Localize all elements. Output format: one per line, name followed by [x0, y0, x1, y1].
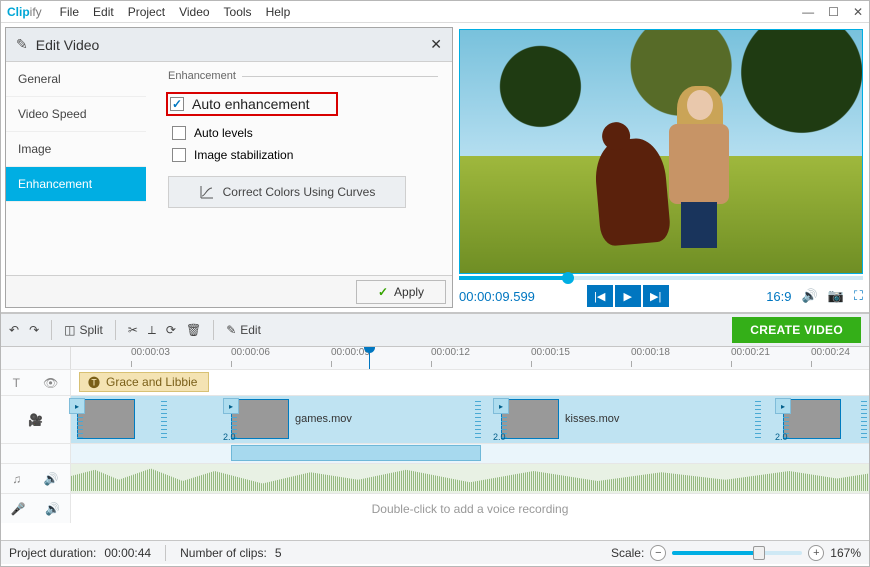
window-minimize-icon[interactable]: — — [802, 5, 814, 19]
split-button[interactable]: ◫ Split — [64, 323, 103, 337]
voice-mute-icon[interactable]: 🔊 — [45, 502, 60, 516]
app-brand: Clipify — [7, 4, 46, 19]
zoom-in-button[interactable]: + — [808, 545, 824, 561]
video-clip[interactable] — [77, 398, 167, 440]
tab-enhancement[interactable]: Enhancement — [6, 167, 146, 202]
auto-enhancement-highlight: Auto enhancement — [166, 92, 338, 116]
group-title: Enhancement — [168, 70, 242, 82]
clip-count-label: Number of clips: — [180, 546, 267, 560]
clip-count-value: 5 — [275, 546, 282, 560]
volume-icon[interactable]: 🔊 — [802, 288, 818, 304]
ruler-tick: 00:00:12 — [431, 347, 470, 358]
tab-general[interactable]: General — [6, 62, 146, 97]
create-video-button[interactable]: CREATE VIDEO — [732, 317, 861, 343]
apply-button[interactable]: ✓Apply — [356, 280, 446, 304]
music-mute-icon[interactable]: 🔊 — [44, 472, 59, 486]
cut-button[interactable]: ✂ — [128, 323, 138, 337]
transition-lane[interactable] — [71, 444, 869, 463]
curves-icon — [199, 184, 215, 200]
video-clip[interactable]: games.mov2.0 — [231, 398, 481, 440]
ruler-tick: 00:00:21 — [731, 347, 770, 358]
window-close-icon[interactable]: ✕ — [853, 5, 863, 19]
pencil-icon: ✎ — [16, 36, 28, 53]
next-frame-button[interactable]: ▶| — [643, 285, 669, 307]
time-ruler[interactable]: 00:00:0300:00:0600:00:0900:00:1200:00:15… — [71, 347, 869, 369]
menu-project[interactable]: Project — [128, 5, 165, 19]
auto-levels-checkbox[interactable] — [172, 126, 186, 140]
menu-file[interactable]: File — [60, 5, 79, 19]
ruler-tick: 00:00:18 — [631, 347, 670, 358]
zoom-out-button[interactable]: − — [650, 545, 666, 561]
edit-button[interactable]: ✎ Edit — [226, 323, 261, 337]
status-bar: Project duration: 00:00:44 Number of cli… — [1, 540, 869, 564]
menu-video[interactable]: Video — [179, 5, 209, 19]
rotate-button[interactable]: ⟳ — [166, 323, 176, 337]
playhead[interactable] — [369, 347, 370, 369]
title-clip[interactable]: 🅣Grace and Libbie — [79, 372, 209, 392]
delete-button[interactable]: 🗑 — [186, 323, 201, 337]
correct-colors-curves-button[interactable]: Correct Colors Using Curves — [168, 176, 406, 208]
video-lane[interactable]: games.mov2.0 kisses.mov2.0 2.0 — [71, 396, 869, 443]
text-track-icon[interactable]: T — [13, 376, 20, 390]
zoom-value: 167% — [830, 546, 861, 560]
video-clip[interactable]: kisses.mov2.0 — [501, 398, 761, 440]
ruler-tick: 00:00:15 — [531, 347, 570, 358]
preview-timecode: 00:00:09.599 — [459, 289, 535, 304]
project-duration-value: 00:00:44 — [104, 546, 151, 560]
transition-segment[interactable] — [231, 445, 481, 461]
video-clip[interactable]: 2.0 — [783, 398, 867, 440]
edit-video-panel: ✎ Edit Video ✕ General Video Speed Image… — [5, 27, 453, 308]
text-visibility-icon[interactable]: 👁 — [43, 376, 58, 390]
title-lane[interactable]: 🅣Grace and Libbie — [71, 370, 869, 395]
project-duration-label: Project duration: — [9, 546, 96, 560]
ruler-tick: 00:00:24 — [811, 347, 850, 358]
panel-tabs: General Video Speed Image Enhancement — [6, 62, 146, 275]
panel-close-icon[interactable]: ✕ — [430, 36, 442, 53]
play-button[interactable]: ▶ — [615, 285, 641, 307]
fullscreen-icon[interactable]: ⛶ — [854, 288, 863, 304]
audio-lane[interactable] — [71, 464, 869, 493]
menubar: Clipify File Edit Project Video Tools He… — [1, 1, 869, 23]
music-track-icon[interactable]: ♫ — [12, 472, 21, 486]
image-stabilization-label: Image stabilization — [194, 148, 293, 162]
tab-image[interactable]: Image — [6, 132, 146, 167]
zoom-slider[interactable] — [672, 551, 802, 555]
window-maximize-icon[interactable]: ☐ — [828, 5, 839, 19]
crop-button[interactable]: ⟂ — [148, 323, 156, 338]
timeline: 00:00:0300:00:0600:00:0900:00:1200:00:15… — [1, 347, 869, 540]
auto-levels-label: Auto levels — [194, 126, 253, 140]
ruler-tick: 00:00:03 — [131, 347, 170, 358]
tab-video-speed[interactable]: Video Speed — [6, 97, 146, 132]
panel-title: Edit Video — [36, 37, 100, 53]
snapshot-icon[interactable]: 📷 — [828, 288, 844, 304]
preview-video[interactable] — [459, 29, 863, 274]
auto-enhancement-label: Auto enhancement — [192, 96, 310, 112]
preview-area: 00:00:09.599 |◀ ▶ ▶| 16:9 🔊 📷 ⛶ — [459, 29, 863, 308]
menu-edit[interactable]: Edit — [93, 5, 114, 19]
timeline-toolbar: ↶ ↷ ◫ Split ✂ ⟂ ⟳ 🗑 ✎ Edit CREATE VIDEO — [1, 313, 869, 347]
voice-lane[interactable]: Double-click to add a voice recording — [71, 494, 869, 523]
menu-help[interactable]: Help — [266, 5, 291, 19]
voice-track-icon[interactable]: 🎤 — [11, 502, 26, 516]
title-clip-icon: 🅣 — [88, 374, 100, 391]
redo-button[interactable]: ↷ — [29, 323, 39, 337]
auto-enhancement-checkbox[interactable] — [170, 97, 184, 111]
scale-label: Scale: — [611, 546, 644, 560]
preview-scrubber[interactable] — [459, 276, 863, 280]
image-stabilization-checkbox[interactable] — [172, 148, 186, 162]
video-track-icon[interactable]: 🎥 — [28, 413, 43, 427]
menu-tools[interactable]: Tools — [224, 5, 252, 19]
aspect-ratio[interactable]: 16:9 — [766, 289, 791, 304]
ruler-tick: 00:00:06 — [231, 347, 270, 358]
undo-button[interactable]: ↶ — [9, 323, 19, 337]
prev-frame-button[interactable]: |◀ — [587, 285, 613, 307]
voice-hint: Double-click to add a voice recording — [372, 502, 569, 516]
